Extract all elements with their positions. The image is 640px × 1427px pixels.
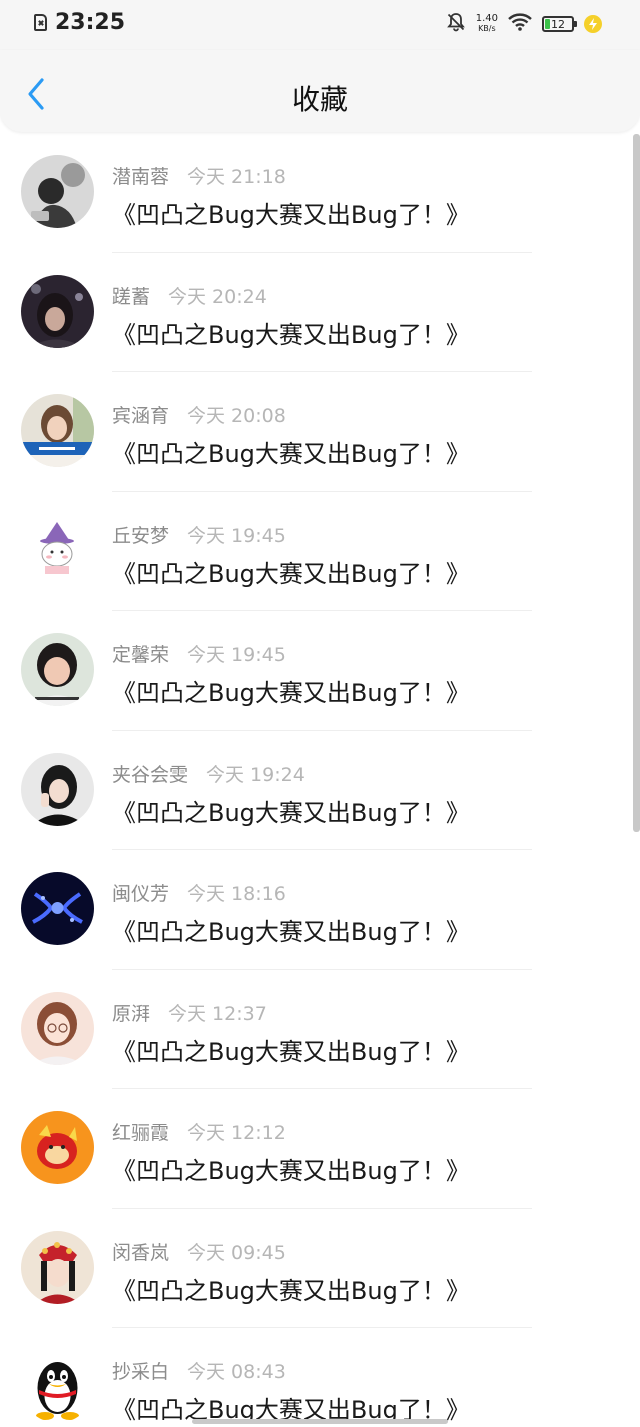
user-name: 抄采白 <box>112 1361 170 1383</box>
avatar[interactable] <box>21 513 94 587</box>
list-item[interactable]: 红骊霞 今天 12:12 《凹凸之Bug大赛又出Bug了！》 <box>0 1089 630 1209</box>
battery-level: 12 <box>551 17 565 31</box>
list-item[interactable]: 夹谷会雯 今天 19:24 《凹凸之Bug大赛又出Bug了！》 <box>0 731 630 850</box>
list-item[interactable]: 宾涵育 今天 20:08 《凹凸之Bug大赛又出Bug了！》 <box>0 372 630 492</box>
favorites-screen: 23:25 1.40 KB/s 12 收藏 潜南蓉 今天 21:18 《凹凸之B… <box>0 0 640 1427</box>
battery-icon: 12 <box>542 16 577 32</box>
avatar[interactable] <box>21 633 94 706</box>
item-time: 今天 18:16 <box>187 883 286 905</box>
status-right: 1.40 KB/s 12 <box>446 12 602 36</box>
item-meta: 红骊霞 今天 12:12 <box>112 1118 286 1145</box>
item-title: 《凹凸之Bug大赛又出Bug了！》 <box>112 918 470 946</box>
user-name: 定馨荣 <box>112 644 170 666</box>
avatar[interactable] <box>21 991 94 1065</box>
item-title: 《凹凸之Bug大赛又出Bug了！》 <box>112 679 470 707</box>
item-meta: 定馨荣 今天 19:45 <box>112 640 286 667</box>
item-time: 今天 19:24 <box>206 763 305 786</box>
item-time: 今天 08:43 <box>187 1361 286 1383</box>
scrollbar[interactable] <box>633 134 640 832</box>
item-meta: 丘安梦 今天 19:45 <box>112 521 286 548</box>
item-time: 今天 21:18 <box>187 166 286 188</box>
item-title: 《凹凸之Bug大赛又出Bug了！》 <box>112 201 470 229</box>
bell-off-icon <box>446 12 466 36</box>
item-title: 《凹凸之Bug大赛又出Bug了！》 <box>112 440 470 468</box>
wifi-icon <box>508 13 532 35</box>
item-title: 《凹凸之Bug大赛又出Bug了！》 <box>112 559 470 588</box>
item-title: 《凹凸之Bug大赛又出Bug了！》 <box>112 1157 470 1185</box>
item-time: 今天 09:45 <box>187 1241 286 1264</box>
user-name: 宾涵育 <box>112 405 170 427</box>
list-item[interactable]: 闵香岚 今天 09:45 《凹凸之Bug大赛又出Bug了！》 <box>0 1209 630 1328</box>
user-name: 丘安梦 <box>112 524 170 547</box>
status-left: 23:25 <box>34 10 125 35</box>
list-item[interactable]: 丘安梦 今天 19:45 《凹凸之Bug大赛又出Bug了！》 <box>0 492 630 611</box>
item-meta: 夹谷会雯 今天 19:24 <box>112 760 305 787</box>
item-meta: 闵香岚 今天 09:45 <box>112 1238 286 1265</box>
list-item[interactable]: 定馨荣 今天 19:45 《凹凸之Bug大赛又出Bug了！》 <box>0 611 630 731</box>
item-time: 今天 19:45 <box>187 644 286 666</box>
user-name: 蹉蓄 <box>112 285 151 308</box>
item-meta: 原湃 今天 12:37 <box>112 999 267 1026</box>
item-time: 今天 12:12 <box>187 1122 286 1144</box>
user-name: 闵香岚 <box>112 1241 170 1264</box>
item-meta: 蹉蓄 今天 20:24 <box>112 282 267 309</box>
item-time: 今天 20:08 <box>187 405 286 427</box>
item-meta: 闽仪芳 今天 18:16 <box>112 879 286 906</box>
avatar[interactable] <box>21 274 94 348</box>
user-name: 原湃 <box>112 1002 151 1025</box>
user-name: 夹谷会雯 <box>112 763 189 786</box>
item-meta: 抄采白 今天 08:43 <box>112 1357 286 1384</box>
net-speed: 1.40 KB/s <box>476 14 498 34</box>
avatar[interactable] <box>21 394 94 467</box>
avatar[interactable] <box>21 872 94 945</box>
net-speed-value: 1.40 <box>475 13 498 24</box>
list-item[interactable]: 原湃 今天 12:37 《凹凸之Bug大赛又出Bug了！》 <box>0 970 630 1089</box>
user-name: 红骊霞 <box>112 1122 170 1144</box>
item-title: 《凹凸之Bug大赛又出Bug了！》 <box>112 1037 470 1066</box>
item-title: 《凹凸之Bug大赛又出Bug了！》 <box>112 1276 470 1305</box>
list-item[interactable]: 蹉蓄 今天 20:24 《凹凸之Bug大赛又出Bug了！》 <box>0 253 630 372</box>
item-time: 今天 19:45 <box>187 524 286 547</box>
item-time: 今天 20:24 <box>168 285 267 308</box>
item-time: 今天 12:37 <box>168 1002 267 1025</box>
list-item[interactable]: 抄采白 今天 08:43 《凹凸之Bug大赛又出Bug了！》 <box>0 1328 630 1427</box>
page-title: 收藏 <box>291 83 348 116</box>
sim-missing-icon <box>34 14 47 31</box>
user-name: 潜南蓉 <box>112 166 170 188</box>
status-time: 23:25 <box>55 10 126 35</box>
avatar[interactable] <box>21 1230 94 1304</box>
item-title: 《凹凸之Bug大赛又出Bug了！》 <box>112 320 470 349</box>
avatar[interactable] <box>21 155 94 228</box>
status-bar: 23:25 1.40 KB/s 12 <box>0 0 640 50</box>
item-meta: 宾涵育 今天 20:08 <box>112 401 286 428</box>
home-indicator[interactable] <box>192 1419 448 1424</box>
list-item[interactable]: 闽仪芳 今天 18:16 《凹凸之Bug大赛又出Bug了！》 <box>0 850 630 970</box>
favorites-list: 潜南蓉 今天 21:18 《凹凸之Bug大赛又出Bug了！》 蹉蓄 今天 20:… <box>0 133 630 1427</box>
list-item[interactable]: 潜南蓉 今天 21:18 《凹凸之Bug大赛又出Bug了！》 <box>0 133 630 253</box>
net-speed-unit: KB/s <box>478 24 496 33</box>
item-meta: 潜南蓉 今天 21:18 <box>112 162 286 189</box>
avatar[interactable] <box>21 1111 94 1184</box>
avatar[interactable] <box>21 752 94 826</box>
charging-icon <box>584 15 602 33</box>
user-name: 闽仪芳 <box>112 883 170 905</box>
item-title: 《凹凸之Bug大赛又出Bug了！》 <box>112 798 470 827</box>
avatar[interactable] <box>21 1350 94 1423</box>
header: 收藏 <box>0 50 640 132</box>
